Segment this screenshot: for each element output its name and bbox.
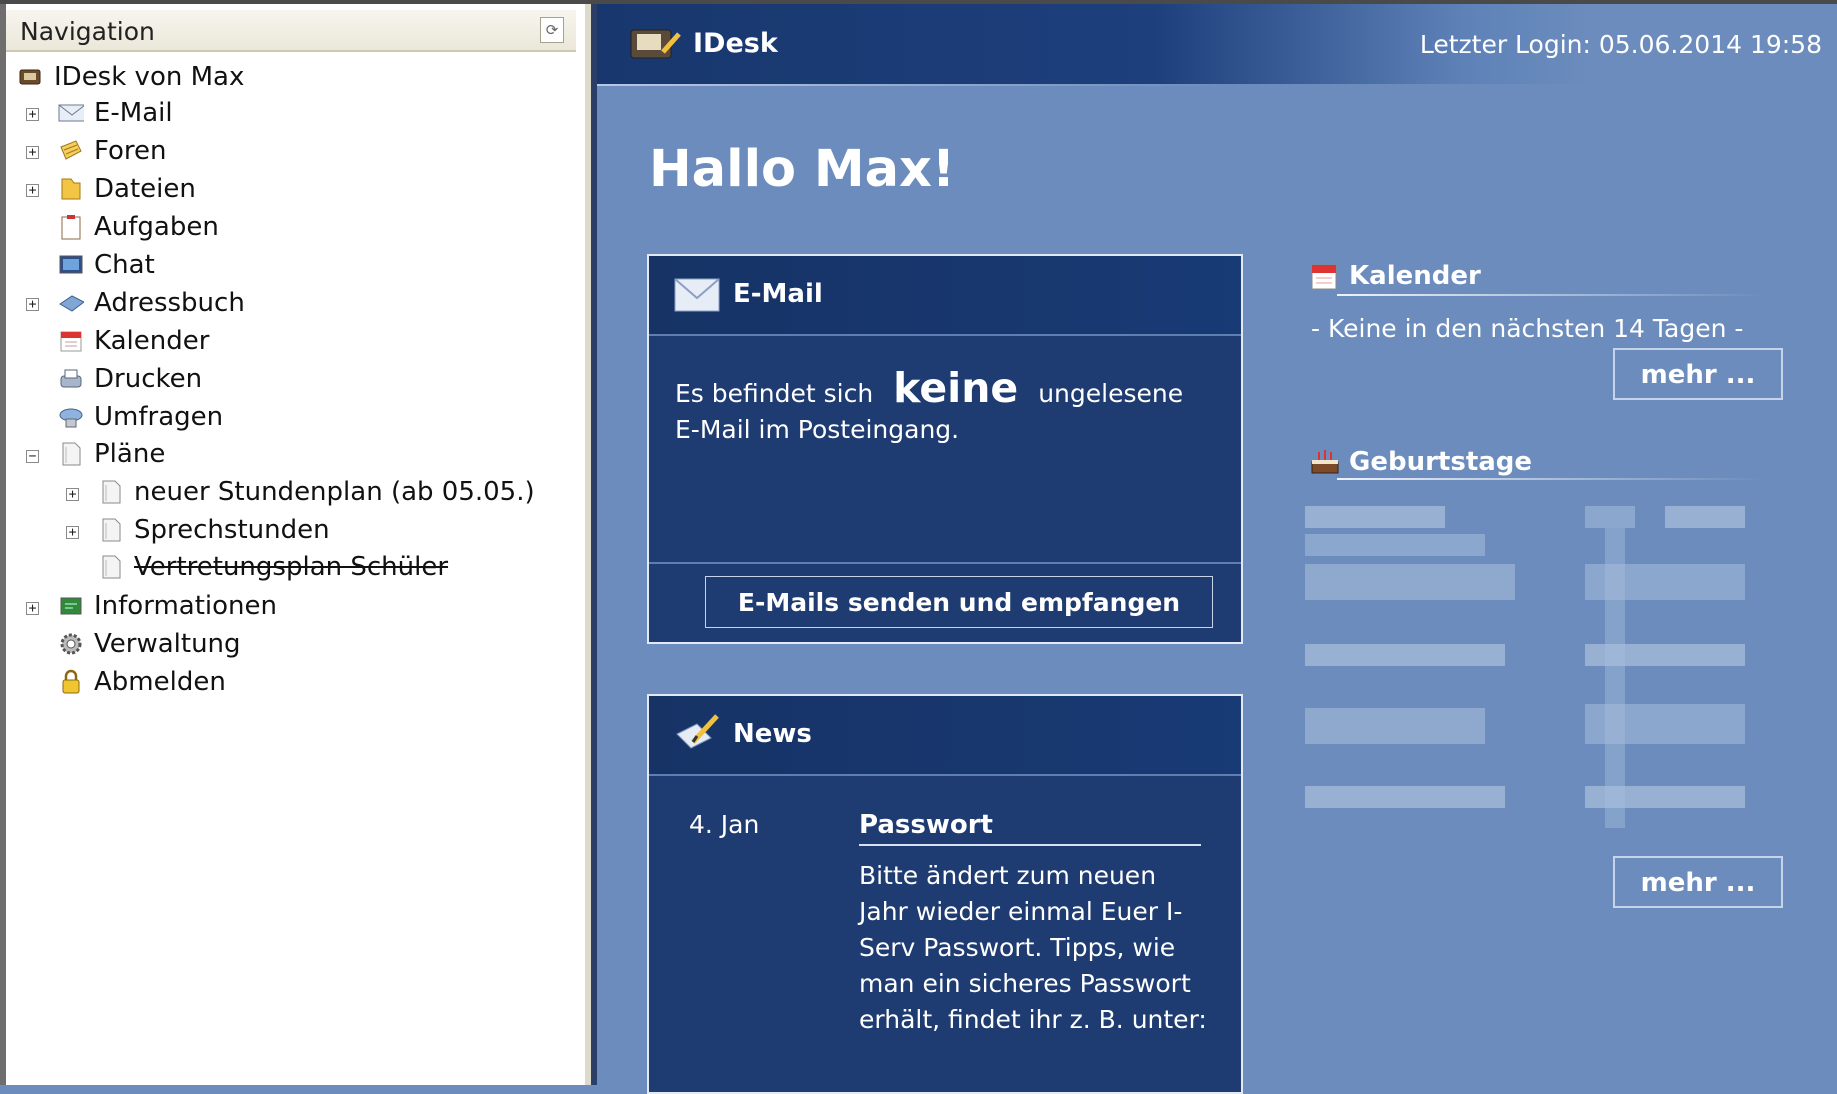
email-status-line2: E-Mail im Posteingang. — [675, 415, 960, 444]
document-icon — [98, 517, 124, 543]
expand-icon[interactable]: + — [26, 108, 39, 121]
email-status-after: ungelesene — [1038, 379, 1184, 408]
tree-item-label: Verwaltung — [94, 629, 241, 659]
greeting: Hallo Max! — [649, 140, 956, 199]
email-panel: E-Mail Es befindet sich keine ungelesene E… — [647, 254, 1243, 644]
tree-item-label: Vertretungsplan Schüler — [134, 552, 449, 582]
tree-item-kalender[interactable]: Kalender — [58, 323, 209, 359]
tree-item-drucken[interactable]: Drucken — [58, 361, 202, 397]
calendar-more-button[interactable]: mehr ... — [1613, 348, 1783, 400]
tree-item-aufgaben[interactable]: Aufgaben — [58, 209, 219, 245]
tree-item-chat[interactable]: Chat — [58, 247, 155, 283]
forum-icon — [58, 138, 84, 164]
lock-icon — [58, 669, 84, 695]
tree-item-label: Aufgaben — [94, 212, 219, 242]
tree-item-label: Sprechstunden — [134, 515, 330, 545]
tree-item-umfragen[interactable]: Umfragen — [58, 399, 223, 435]
envelope-icon — [673, 276, 721, 318]
expand-icon[interactable]: + — [66, 488, 79, 501]
collapse-icon[interactable]: − — [26, 450, 39, 463]
tree-item-label: Drucken — [94, 364, 203, 394]
tree-item-adressbuch[interactable]: Adressbuch — [58, 285, 245, 321]
tree-item-label: Kalender — [94, 326, 210, 356]
document-icon — [58, 441, 84, 467]
poll-icon — [58, 404, 84, 430]
tree-item-foren[interactable]: Foren — [58, 133, 167, 169]
gear-icon — [58, 631, 84, 657]
app-header: IDesk Letzter Login: 05.06.2014 19:58 — [597, 4, 1837, 84]
birthday-cake-icon — [1309, 446, 1341, 480]
calendar-title: Kalender — [1349, 261, 1481, 291]
tree-item-label: neuer Stundenplan (ab 05.05.) — [134, 477, 535, 507]
birthdays-more-button[interactable]: mehr ... — [1613, 856, 1783, 908]
birthdays-underline — [1337, 478, 1767, 480]
calendar-icon — [1310, 261, 1338, 295]
news-body: Bitte ändert zum neuen Jahr wieder einma… — [859, 861, 1207, 1034]
calendar-empty-text: - Keine in den nächsten 14 Tagen - — [1311, 314, 1744, 343]
expand-icon[interactable]: + — [26, 602, 39, 615]
email-unread-count: keine — [893, 364, 1019, 412]
news-panel: News 4. Jan Passwort Bitte ändert zum ne… — [647, 694, 1243, 1094]
tree-item-label: Pläne — [94, 439, 166, 469]
document-icon — [98, 479, 124, 505]
document-icon — [98, 554, 124, 580]
tree-item-stundenplan[interactable]: neuer Stundenplan (ab 05.05.) — [98, 474, 535, 510]
tree-item-label: Adressbuch — [94, 288, 245, 318]
refresh-icon[interactable]: ⟳ — [540, 17, 564, 43]
tree-item-plaene[interactable]: Pläne — [58, 436, 165, 472]
navigation-header: Navigation ⟳ — [6, 10, 576, 52]
tree-item-label: E-Mail — [94, 98, 173, 128]
tree-item-label: Foren — [94, 136, 167, 166]
header-divider — [597, 84, 1237, 86]
email-panel-divider — [649, 562, 1241, 564]
expand-icon[interactable]: + — [26, 184, 39, 197]
expand-icon[interactable]: + — [26, 146, 39, 159]
tree-item-informationen[interactable]: Informationen — [58, 588, 277, 624]
tree-item-label: Dateien — [94, 174, 196, 204]
idesk-logo-icon — [627, 22, 683, 70]
expand-icon[interactable]: + — [26, 298, 39, 311]
tree-item-abmelden[interactable]: Abmelden — [58, 664, 226, 700]
chat-icon — [58, 252, 84, 278]
idesk-icon — [18, 64, 44, 90]
birthdays-title: Geburtstage — [1349, 447, 1533, 477]
email-status-text: Es befindet sich keine ungelesene E-Mail i… — [675, 368, 1215, 448]
last-login: Letzter Login: 05.06.2014 19:58 — [1419, 30, 1822, 59]
tree-item-vertretungsplan[interactable]: Vertretungsplan Schüler — [98, 549, 448, 585]
news-headline[interactable]: Passwort — [859, 810, 1201, 846]
tree-item-label: IDesk von Max — [54, 62, 245, 92]
tree-item-label: Abmelden — [94, 667, 226, 697]
calendar-underline — [1337, 294, 1767, 296]
tree-item-email[interactable]: E-Mail — [58, 95, 173, 131]
clipboard-icon — [58, 214, 84, 240]
expand-icon[interactable]: + — [66, 526, 79, 539]
folder-icon — [58, 176, 84, 202]
news-pen-icon — [673, 712, 721, 758]
tree-item-label: Informationen — [94, 591, 277, 621]
news-panel-header: News — [649, 696, 1241, 776]
tree-item-label: Chat — [94, 250, 155, 280]
tree-item-sprechstunden[interactable]: Sprechstunden — [98, 512, 330, 548]
printer-icon — [58, 366, 84, 392]
addressbook-icon — [58, 290, 84, 316]
email-status-before: Es befindet sich — [675, 379, 874, 408]
tree-item-idesk[interactable]: IDesk von Max — [18, 59, 244, 95]
news-panel-title: News — [733, 719, 812, 749]
calendar-icon — [58, 328, 84, 354]
tree-item-verwaltung[interactable]: Verwaltung — [58, 626, 241, 662]
navigation-title: Navigation — [20, 17, 155, 46]
send-receive-button[interactable]: E-Mails senden und empfangen — [705, 576, 1213, 628]
info-board-icon — [58, 593, 84, 619]
app-title: IDesk — [693, 28, 778, 59]
tree-item-dateien[interactable]: Dateien — [58, 171, 196, 207]
envelope-icon — [58, 100, 84, 126]
main-content: IDesk Letzter Login: 05.06.2014 19:58 Ha… — [597, 4, 1837, 1094]
tree-item-label: Umfragen — [94, 402, 224, 432]
news-date: 4. Jan — [689, 810, 760, 839]
email-panel-title: E-Mail — [733, 279, 823, 309]
email-panel-header: E-Mail — [649, 256, 1241, 336]
